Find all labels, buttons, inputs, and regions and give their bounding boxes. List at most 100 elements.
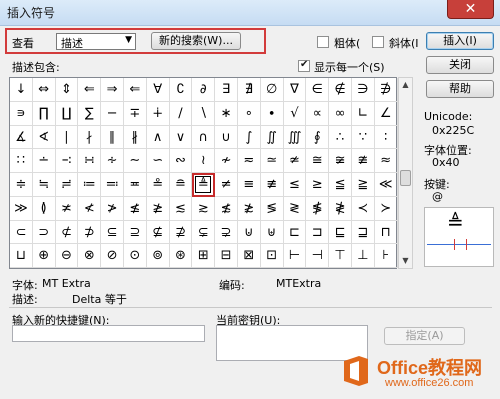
symbol-cell[interactable]: ≬ <box>32 196 56 221</box>
symbol-cell[interactable]: ∥ <box>101 125 124 150</box>
symbol-cell[interactable]: ∙ <box>260 101 284 126</box>
symbol-cell[interactable]: ∘ <box>237 101 261 126</box>
symbol-cell[interactable]: ⊂ <box>10 220 33 245</box>
symbol-cell[interactable]: ∨ <box>169 125 193 150</box>
symbol-cell[interactable]: ≺ <box>351 196 375 221</box>
symbol-cell[interactable]: ∈ <box>306 78 330 102</box>
symbol-cell[interactable]: ≕ <box>101 173 124 197</box>
show-each-checkbox[interactable] <box>298 59 310 72</box>
symbol-cell[interactable]: − <box>101 101 124 126</box>
bold-checkbox[interactable] <box>317 36 329 48</box>
symbol-cell[interactable]: ≢ <box>260 173 284 197</box>
symbol-cell[interactable]: ≪ <box>374 173 398 197</box>
symbol-cell[interactable]: ⇒ <box>101 78 124 102</box>
symbol-cell[interactable]: ∉ <box>329 78 352 102</box>
symbol-cell-selected[interactable]: ≜ <box>192 173 216 197</box>
symbol-cell[interactable]: ∺ <box>78 149 102 173</box>
symbol-cell[interactable]: ⊉ <box>169 220 193 245</box>
view-select[interactable]: 描述 ▼ <box>56 33 136 50</box>
symbol-cell[interactable]: ∔ <box>146 101 170 126</box>
symbol-cell[interactable]: ∌ <box>374 78 398 102</box>
help-button[interactable]: 帮助 <box>426 80 494 98</box>
symbol-cell[interactable]: ≓ <box>55 173 79 197</box>
symbol-cell[interactable]: ⊄ <box>55 220 79 245</box>
symbol-cell[interactable]: ⊇ <box>123 220 147 245</box>
symbol-cell[interactable]: ≆ <box>329 149 352 173</box>
symbol-cell[interactable]: ⊥ <box>351 244 375 268</box>
symbol-cell[interactable]: ⊗ <box>78 244 102 268</box>
symbol-cell[interactable]: ≸ <box>306 196 330 221</box>
symbol-cell[interactable]: ∫ <box>237 125 261 150</box>
scroll-up-icon[interactable]: ▲ <box>399 78 412 92</box>
symbol-cell[interactable]: ⊃ <box>32 220 56 245</box>
symbol-cell[interactable]: ∮ <box>306 125 330 150</box>
symbol-cell[interactable]: ≔ <box>78 173 102 197</box>
new-search-button[interactable]: 新的搜索(W)... <box>151 32 241 50</box>
symbol-cell[interactable]: ∩ <box>192 125 216 150</box>
symbol-cell[interactable]: ≹ <box>329 196 352 221</box>
symbol-cell[interactable]: ∵ <box>351 125 375 150</box>
symbol-cell[interactable]: ⊣ <box>306 244 330 268</box>
symbol-cell[interactable]: ⊞ <box>192 244 216 268</box>
symbol-cell[interactable]: ∋ <box>351 78 375 102</box>
symbol-cell[interactable]: ≻ <box>374 196 398 221</box>
symbol-cell[interactable]: ∷ <box>10 149 33 173</box>
symbol-cell[interactable]: ⊖ <box>55 244 79 268</box>
symbol-cell[interactable]: ≁ <box>215 149 238 173</box>
symbol-cell[interactable]: ⇐ <box>78 78 102 102</box>
symbol-cell[interactable]: √ <box>283 101 307 126</box>
symbol-cell[interactable]: ⊈ <box>146 220 170 245</box>
symbol-cell[interactable]: ∄ <box>237 78 261 102</box>
symbol-cell[interactable]: ≇ <box>351 149 375 173</box>
symbol-cell[interactable]: ≦ <box>329 173 352 197</box>
symbol-cell[interactable]: ⊢ <box>283 244 307 268</box>
symbol-cell[interactable]: ⇔ <box>32 78 56 102</box>
symbol-cell[interactable]: ⊘ <box>101 244 124 268</box>
symbol-cell[interactable]: ≰ <box>123 196 147 221</box>
symbol-cell[interactable]: ⊤ <box>329 244 352 268</box>
symbol-cell[interactable]: ⇐ <box>123 78 147 102</box>
symbol-cell[interactable]: ≤ <box>283 173 307 197</box>
symbol-cell[interactable]: ≴ <box>215 196 238 221</box>
symbol-cell[interactable]: ≶ <box>260 196 284 221</box>
symbol-cell[interactable]: ⊑ <box>329 220 352 245</box>
symbol-cell[interactable]: ≄ <box>283 149 307 173</box>
symbol-cell[interactable]: ∂ <box>192 78 216 102</box>
symbol-cell[interactable]: ≈ <box>374 149 398 173</box>
symbol-cell[interactable]: ∼ <box>123 149 147 173</box>
symbol-cell[interactable]: ∟ <box>351 101 375 126</box>
symbol-cell[interactable]: ∭ <box>283 125 307 150</box>
symbol-cell[interactable]: ≒ <box>32 173 56 197</box>
symbol-cell[interactable]: ≭ <box>55 196 79 221</box>
symbol-cell[interactable]: ∻ <box>101 149 124 173</box>
symbol-cell[interactable]: ⊡ <box>260 244 284 268</box>
symbol-cell[interactable]: ∤ <box>78 125 102 150</box>
symbol-cell[interactable]: ≯ <box>101 196 124 221</box>
symbol-cell[interactable]: ∾ <box>169 149 193 173</box>
symbol-cell[interactable]: ∝ <box>306 101 330 126</box>
symbol-cell[interactable]: ⊛ <box>169 244 193 268</box>
symbol-cell[interactable]: ⊓ <box>374 220 398 245</box>
symbol-cell[interactable]: ⊕ <box>32 244 56 268</box>
symbol-cell[interactable]: ⊠ <box>237 244 261 268</box>
grid-scrollbar[interactable]: ▲ ▼ <box>398 77 413 269</box>
symbol-cell[interactable]: ⇕ <box>55 78 79 102</box>
insert-button[interactable]: 插入(I) <box>426 32 494 50</box>
symbol-cell[interactable]: ≖ <box>123 173 147 197</box>
symbol-cell[interactable]: ⊚ <box>146 244 170 268</box>
symbol-cell[interactable]: ⊊ <box>192 220 216 245</box>
symbol-cell[interactable]: ∦ <box>123 125 147 150</box>
close-dialog-button[interactable]: 关闭 <box>426 56 494 74</box>
symbol-cell[interactable]: ⊋ <box>215 220 238 245</box>
symbol-cell[interactable]: ∴ <box>329 125 352 150</box>
symbol-cell[interactable]: ≃ <box>260 149 284 173</box>
symbol-cell[interactable]: ≮ <box>78 196 102 221</box>
symbol-cell[interactable]: ⊏ <box>283 220 307 245</box>
symbol-cell[interactable]: ≵ <box>237 196 261 221</box>
symbol-cell[interactable]: ≱ <box>146 196 170 221</box>
symbol-cell[interactable]: ∞ <box>329 101 352 126</box>
new-shortcut-input[interactable] <box>12 325 205 342</box>
symbol-cell[interactable]: ≫ <box>10 196 33 221</box>
symbol-cell[interactable]: ⊎ <box>260 220 284 245</box>
italic-checkbox[interactable] <box>372 36 384 48</box>
